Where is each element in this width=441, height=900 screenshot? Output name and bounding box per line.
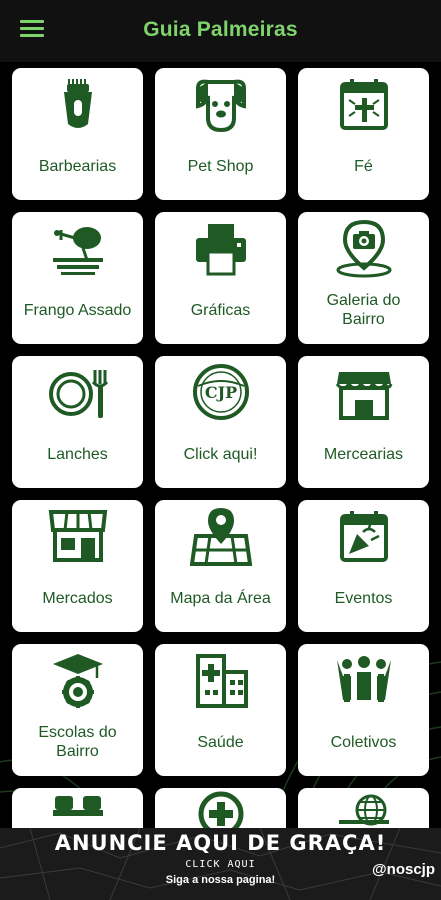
category-label: Lanches [47,445,108,463]
calendar-party-icon [333,506,395,568]
medical-plus-icon [190,790,252,828]
storefront-icon [333,362,395,424]
category-label: Click aqui! [183,445,258,463]
hospital-icon [190,650,252,712]
category-tile[interactable]: Gráficas [155,212,286,344]
category-tile[interactable]: Pet Shop [155,68,286,200]
category-label: Fé [354,157,373,175]
category-label: Saúde [197,733,244,751]
app-title: Guia Palmeiras [143,18,298,41]
roast-chicken-icon [47,218,109,280]
category-label: Coletivos [330,733,397,751]
svg-text:CJP: CJP [205,383,237,402]
cjp-logo-icon: CJP [190,362,252,424]
partial-icon [47,790,109,828]
banner-handle: @noscjp [372,861,435,878]
category-grid: Barbearias Pet Shop Fé Frango Assado Grá… [12,68,429,828]
category-tile[interactable]: Galeria do Bairro [298,212,429,344]
app-bar: Guia Palmeiras [0,0,441,62]
category-label: Barbearias [38,157,117,175]
ad-banner[interactable]: ANUNCIE AQUI DE GRAÇA! CLICK AQUI Siga a… [0,828,441,900]
category-tile[interactable]: CJP Click aqui! [155,356,286,488]
category-tile[interactable]: Escolas do Bairro [12,644,143,776]
banner-headline: ANUNCIE AQUI DE GRAÇA! [54,831,387,855]
graduation-gear-icon [47,650,109,712]
printer-icon [190,218,252,280]
category-tile[interactable]: Barbearias [12,68,143,200]
category-tile[interactable] [155,788,286,828]
category-label: Galeria do Bairro [326,292,401,328]
category-label: Mercearias [323,445,404,463]
category-tile[interactable]: Saúde [155,644,286,776]
globe-icon [333,790,395,828]
category-tile[interactable] [298,788,429,828]
category-tile[interactable]: Lanches [12,356,143,488]
map-pin-icon [190,506,252,568]
category-label: Eventos [334,589,393,607]
camera-pin-icon [333,218,395,280]
category-label: Mapa da Área [170,589,271,607]
category-tile[interactable]: Frango Assado [12,212,143,344]
category-tile[interactable]: Mapa da Área [155,500,286,632]
dog-icon [190,74,252,136]
group-people-icon [333,650,395,712]
hair-clipper-icon [47,74,109,136]
category-label: Mercados [42,589,113,607]
calendar-cross-icon [333,74,395,136]
category-grid-area[interactable]: Barbearias Pet Shop Fé Frango Assado Grá… [0,62,441,828]
category-tile[interactable] [12,788,143,828]
plate-fork-icon [47,362,109,424]
category-tile[interactable]: Mercearias [298,356,429,488]
category-label: Pet Shop [187,157,254,175]
category-label: Gráficas [190,301,251,319]
category-tile[interactable]: Mercados [12,500,143,632]
category-tile[interactable]: Fé [298,68,429,200]
category-tile[interactable]: Coletivos [298,644,429,776]
market-icon [47,506,109,568]
category-label: Escolas do Bairro [38,724,117,760]
category-tile[interactable]: Eventos [298,500,429,632]
category-label: Frango Assado [23,301,132,319]
